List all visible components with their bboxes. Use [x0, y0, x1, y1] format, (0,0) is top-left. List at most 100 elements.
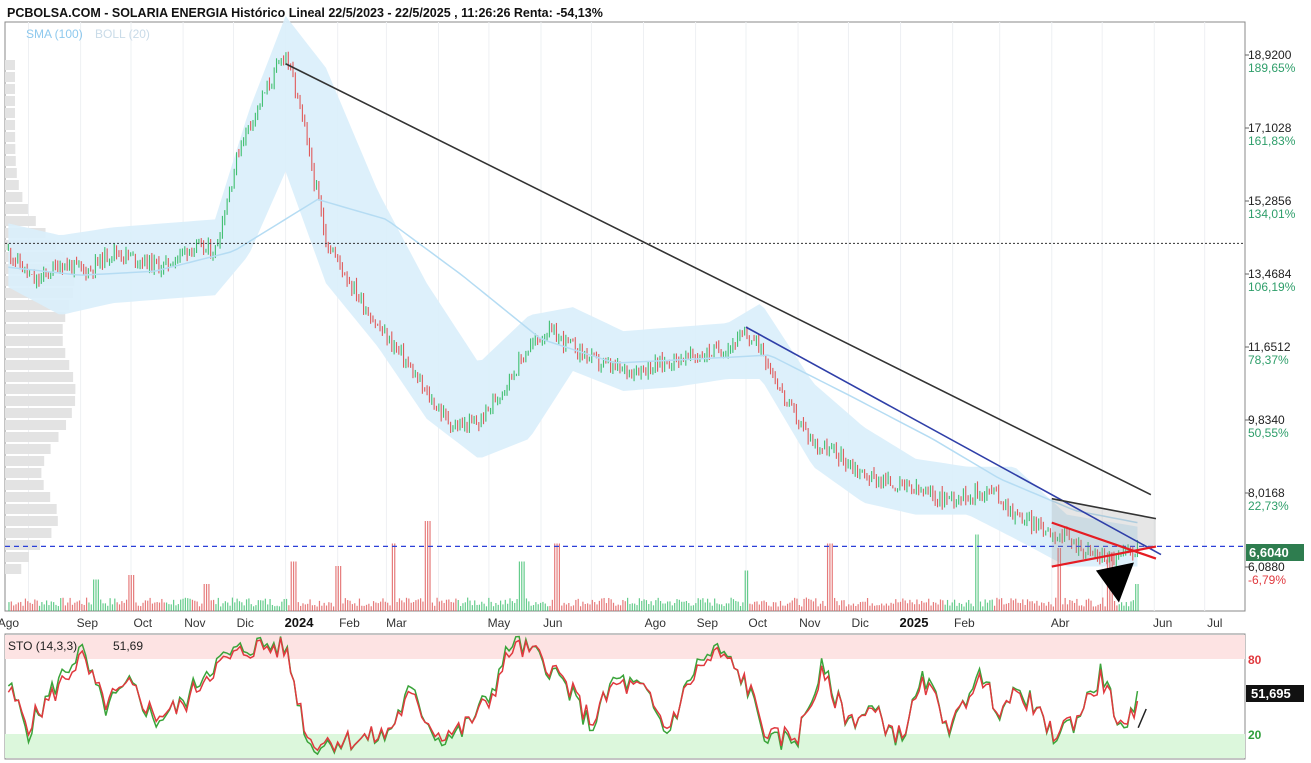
volume-bar	[568, 602, 570, 611]
volume-profile-bar	[5, 528, 52, 538]
volume-bar	[817, 606, 819, 611]
volume-bar	[763, 600, 765, 611]
volume-bar	[1041, 602, 1043, 611]
volume-bar	[375, 602, 377, 611]
volume-bar	[786, 603, 789, 611]
volume-bar	[801, 606, 803, 611]
volume-bar	[692, 605, 695, 611]
volume-bar	[1017, 602, 1019, 611]
volume-bar	[897, 602, 899, 611]
volume-bar	[826, 543, 829, 611]
volume-bar	[615, 605, 617, 611]
volume-bar	[20, 601, 22, 611]
volume-bar	[798, 604, 800, 611]
volume-bar	[163, 602, 165, 611]
volume-bar	[340, 566, 342, 611]
volume-bar	[412, 602, 415, 611]
volume-bar	[579, 606, 582, 611]
volume-bar	[253, 606, 255, 611]
volume-bar	[497, 604, 499, 611]
volume-bar	[198, 606, 201, 611]
volume-bar	[342, 603, 344, 611]
volume-bar	[570, 606, 572, 611]
volume-bar	[631, 603, 633, 611]
volume-bar	[213, 599, 215, 611]
volume-bar	[514, 602, 516, 611]
volume-bar	[874, 605, 876, 611]
volume-bar	[596, 604, 598, 611]
volume-bar	[271, 604, 274, 611]
volume-bar	[1036, 600, 1038, 611]
volume-bar	[290, 561, 292, 611]
volume-bar	[361, 605, 363, 611]
volume-profile-bar	[5, 60, 16, 70]
volume-bar	[304, 604, 306, 611]
volume-bar	[702, 598, 704, 611]
volume-bar	[262, 600, 264, 611]
volume-bar	[48, 605, 50, 611]
volume-bar	[431, 602, 433, 611]
volume-bar	[288, 605, 290, 611]
price-tick-label: 15,2856	[1248, 194, 1292, 208]
volume-bar	[53, 602, 55, 611]
time-tick-label: Feb	[339, 616, 360, 630]
volume-bar	[935, 602, 937, 611]
volume-bar	[220, 606, 222, 611]
volume-bar	[850, 605, 852, 611]
volume-bar	[636, 605, 638, 611]
volume-bar	[662, 603, 664, 611]
volume-bar	[706, 598, 709, 611]
volume-bar	[899, 601, 902, 611]
volume-bar	[516, 599, 518, 611]
volume-bar	[888, 605, 890, 611]
volume-profile-bar	[5, 504, 57, 514]
volume-profile-bar	[5, 348, 66, 358]
volume-bar	[791, 600, 793, 611]
volume-bar	[902, 598, 904, 611]
volume-bar	[241, 602, 243, 611]
volume-bar	[528, 601, 530, 611]
volume-bar	[857, 604, 859, 611]
volume-bar	[495, 602, 497, 611]
volume-bar	[831, 543, 833, 611]
volume-bar	[852, 603, 855, 611]
volume-bar	[492, 606, 495, 611]
volume-bar	[547, 606, 549, 611]
volume-profile-bar	[5, 420, 67, 430]
volume-bar	[617, 604, 619, 611]
volume-bar	[123, 602, 125, 611]
volume-bar	[464, 602, 466, 611]
volume-bar	[789, 602, 791, 611]
volume-bar	[876, 605, 878, 611]
volume-profile-bar	[5, 408, 72, 418]
volume-bar	[650, 601, 652, 611]
volume-bar	[208, 584, 210, 611]
volume-bar	[224, 601, 226, 611]
volume-bar	[45, 600, 48, 611]
volume-bar	[1095, 606, 1097, 611]
volume-bar	[191, 599, 194, 611]
volume-bar	[415, 600, 417, 611]
volume-bar	[168, 604, 170, 611]
volume-bar	[217, 597, 219, 611]
time-tick-label: Mar	[386, 616, 407, 630]
volume-bar	[1069, 599, 1071, 611]
volume-bar	[337, 566, 339, 611]
volume-bar	[725, 603, 728, 611]
volume-bar	[890, 602, 892, 611]
volume-bar	[504, 599, 506, 611]
volume-bar	[95, 579, 97, 611]
volume-bar	[610, 599, 612, 611]
volume-bar	[518, 561, 521, 611]
volume-bar	[328, 602, 330, 611]
volume-bar	[488, 597, 490, 611]
volume-bar	[1073, 602, 1076, 611]
volume-bar	[1090, 600, 1092, 611]
volume-bar	[13, 605, 15, 611]
volume-bar	[76, 601, 78, 611]
percent-tick-label: -6,79%	[1248, 573, 1286, 587]
volume-bar	[309, 599, 311, 611]
volume-bar	[36, 600, 38, 611]
volume-bar	[582, 601, 584, 611]
volume-bar	[619, 605, 622, 611]
